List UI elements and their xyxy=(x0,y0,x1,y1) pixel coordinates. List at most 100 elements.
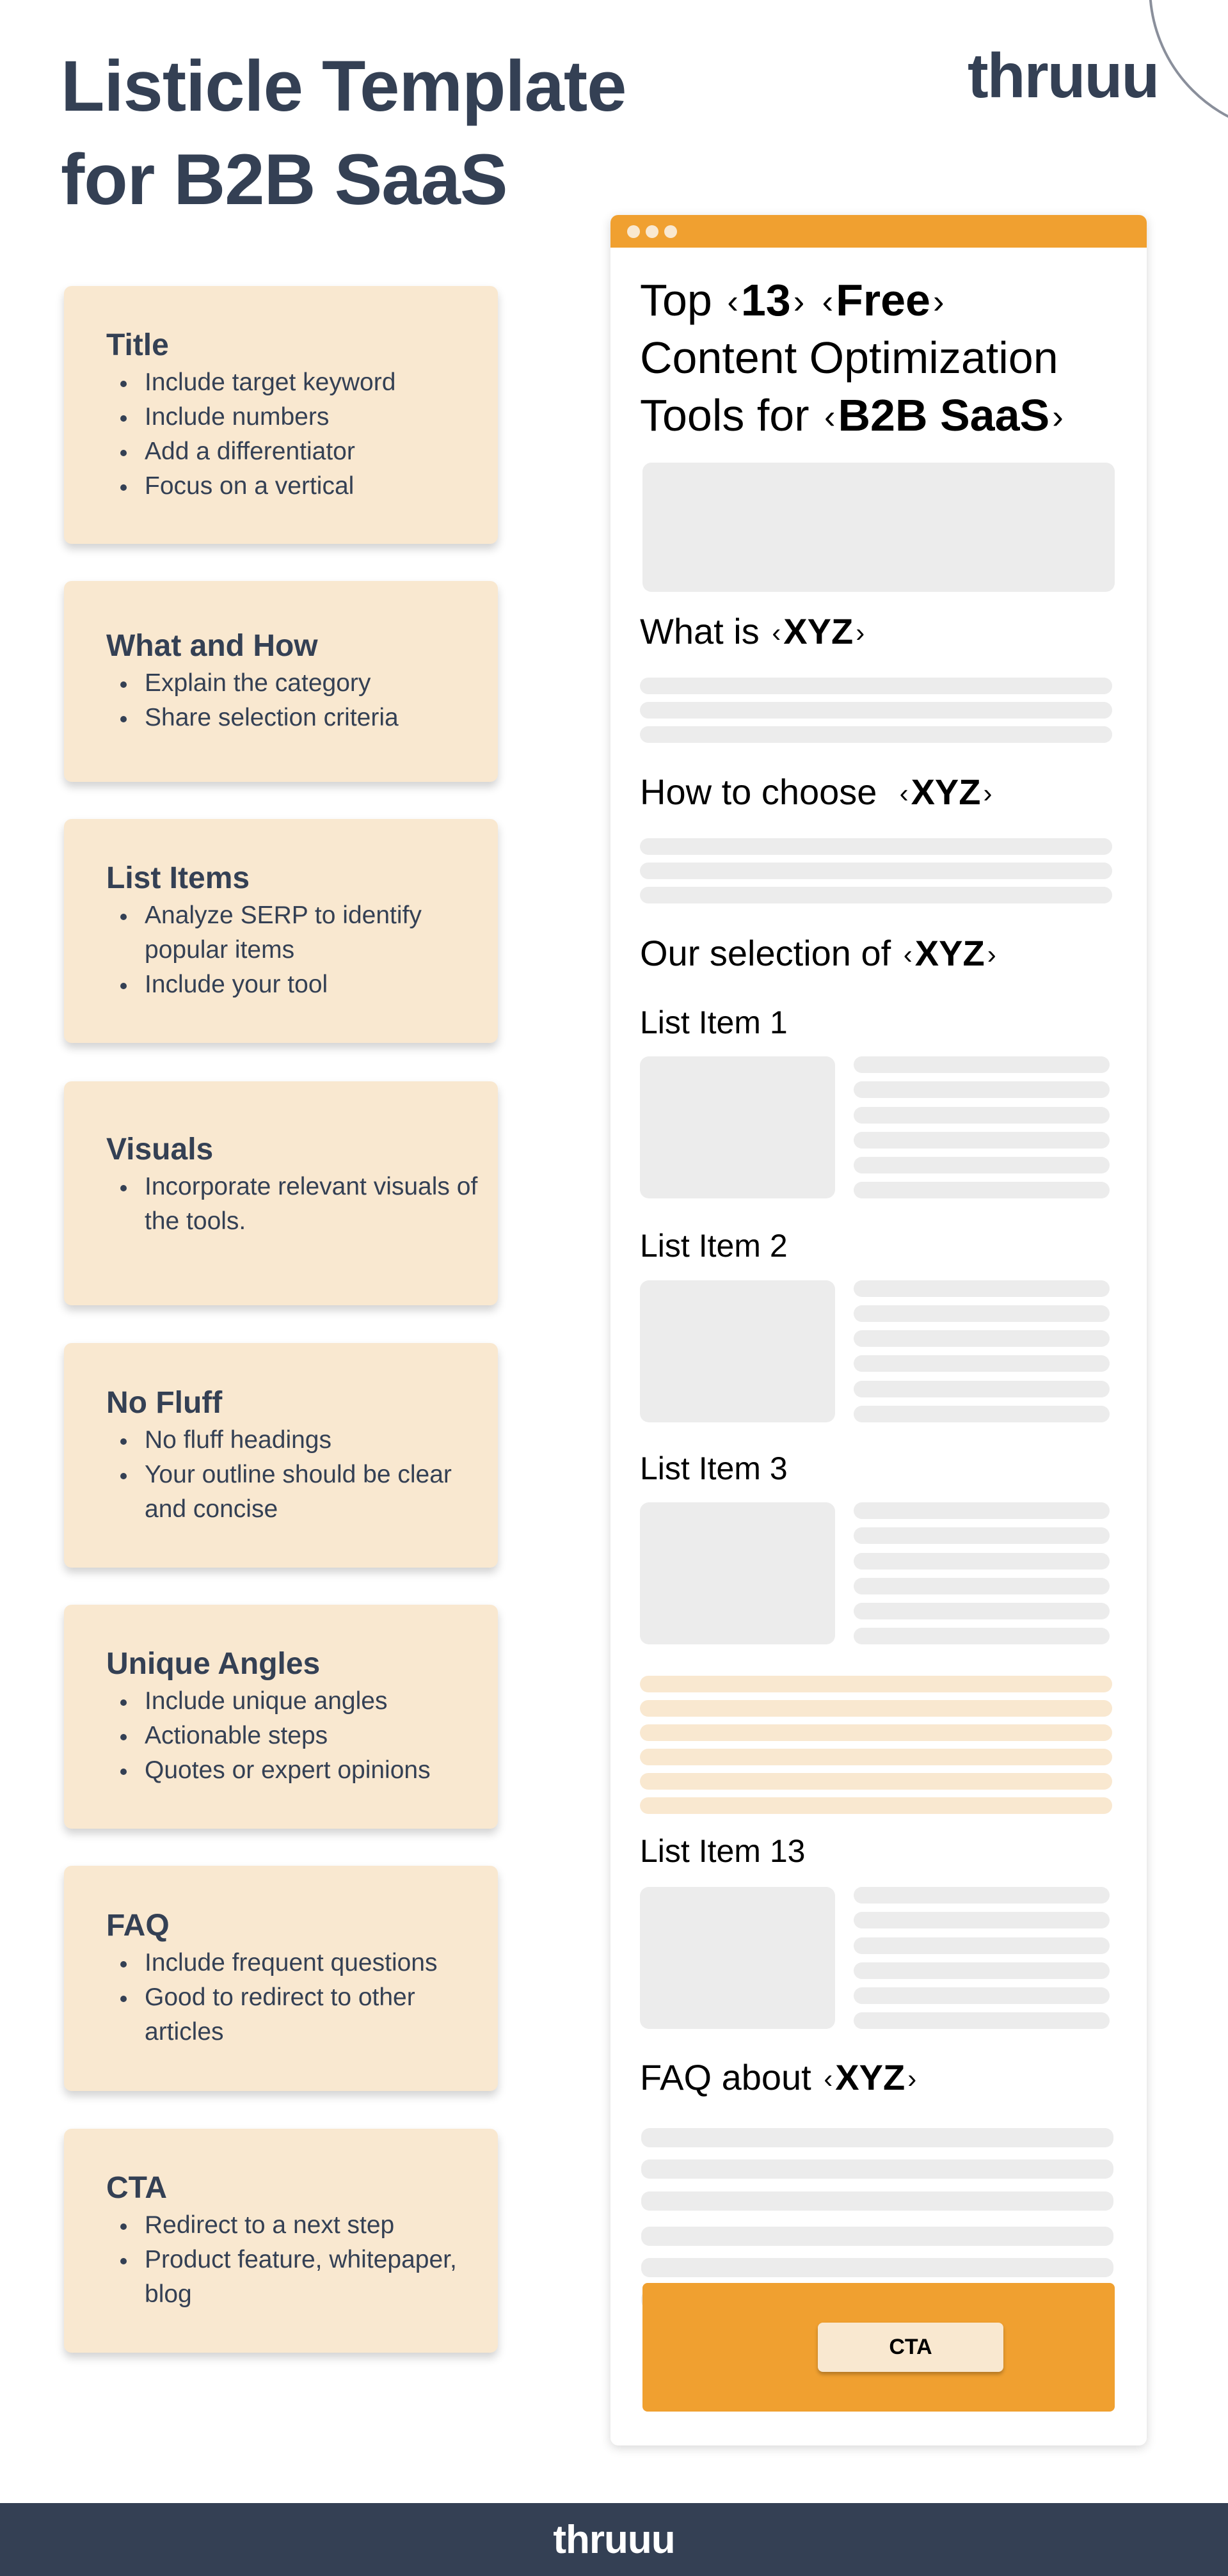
highlight-line-placeholder xyxy=(640,1676,1112,1692)
card-bullet-list: No fluff headings Your outline should be… xyxy=(106,1423,498,1527)
footer: thruuu xyxy=(0,2503,1228,2576)
card-bullet: Focus on a vertical xyxy=(120,469,498,504)
text-line-placeholder xyxy=(854,1962,1110,1979)
text-line-placeholder xyxy=(854,1912,1110,1928)
card-title: CTA xyxy=(106,2171,168,2205)
list-item-heading: List Item 1 xyxy=(640,1005,788,1040)
card-title: Unique Angles xyxy=(106,1647,321,1681)
section-heading-what-is: What is ‹XYZ› xyxy=(640,611,865,651)
card-bullet: Include unique angles xyxy=(120,1684,498,1719)
card-title: No Fluff xyxy=(106,1385,223,1420)
text-line-placeholder xyxy=(854,1081,1110,1098)
card-bullet: Your outline should be clear and concise xyxy=(120,1458,498,1527)
section-heading-our-selection: Our selection of ‹XYZ› xyxy=(640,933,996,973)
text-line-placeholder xyxy=(854,1157,1110,1173)
list-item-heading: List Item 2 xyxy=(640,1228,788,1264)
guide-card-title: Title Include target keyword Include num… xyxy=(64,286,498,544)
text-line-placeholder xyxy=(640,726,1112,743)
guide-card-list-items: List Items Analyze SERP to identify popu… xyxy=(64,819,498,1043)
placeholder-number: 13 xyxy=(740,275,791,325)
card-bullet: Include numbers xyxy=(120,400,498,434)
card-bullet-list: Include target keyword Include numbers A… xyxy=(106,365,498,504)
text-line-placeholder xyxy=(854,1553,1110,1570)
card-title: Visuals xyxy=(106,1133,214,1166)
placeholder-qualifier: Free xyxy=(836,275,930,325)
text-line-placeholder xyxy=(854,1987,1110,2004)
guide-card-faq: FAQ Include frequent questions Good to r… xyxy=(64,1866,498,2091)
text-line-placeholder xyxy=(854,1887,1110,1904)
text-line-placeholder xyxy=(641,2191,1113,2211)
card-bullet: Redirect to a next step xyxy=(120,2208,498,2243)
text-line-placeholder xyxy=(641,2258,1113,2277)
card-title: What and How xyxy=(106,629,318,663)
text-line-placeholder xyxy=(641,2159,1113,2179)
window-dot-icon xyxy=(646,225,658,238)
text-line-placeholder xyxy=(640,702,1112,719)
text-line-placeholder xyxy=(641,2128,1113,2147)
page-title-line-1: Listicle Template xyxy=(61,46,626,126)
list-item-image-placeholder xyxy=(640,1887,835,2029)
window-dot-icon xyxy=(664,225,677,238)
card-title: FAQ xyxy=(106,1909,170,1943)
section-heading-faq: FAQ about ‹XYZ› xyxy=(640,2057,917,2097)
highlight-line-placeholder xyxy=(640,1797,1112,1814)
text-line-placeholder xyxy=(854,1527,1110,1544)
guide-card-cta: CTA Redirect to a next step Product feat… xyxy=(64,2129,498,2353)
text-line-placeholder xyxy=(854,1182,1110,1198)
card-bullet: Include target keyword xyxy=(120,365,498,400)
hero-image-placeholder xyxy=(642,463,1115,592)
text-line-placeholder xyxy=(640,887,1112,903)
text-line-placeholder xyxy=(640,863,1112,879)
card-bullet: Include your tool xyxy=(120,967,498,1002)
text-line-placeholder xyxy=(854,2012,1110,2029)
card-bullet-list: Include unique angles Actionable steps Q… xyxy=(106,1684,498,1788)
highlight-line-placeholder xyxy=(640,1749,1112,1765)
card-bullet: Good to redirect to other articles xyxy=(120,1980,498,2049)
card-bullet: Explain the category xyxy=(120,666,498,701)
card-bullet: Quotes or expert opinions xyxy=(120,1753,498,1788)
placeholder-vertical: B2B SaaS xyxy=(838,390,1050,440)
card-bullet: Include frequent questions xyxy=(120,1946,498,1980)
page-title: Listicle Template for B2B SaaS xyxy=(61,40,637,227)
card-title: List Items xyxy=(106,861,250,895)
card-bullet: Analyze SERP to identify popular items xyxy=(120,898,498,967)
text-line-placeholder xyxy=(854,1406,1110,1422)
list-item-image-placeholder xyxy=(640,1502,835,1644)
card-title: Title xyxy=(106,328,169,362)
card-bullet: Add a differentiator xyxy=(120,434,498,469)
text-line-placeholder xyxy=(854,1280,1110,1297)
article-mockup-window: Top ‹13› ‹Free› Content Optimization Too… xyxy=(610,215,1147,2445)
list-item-image-placeholder xyxy=(640,1280,835,1422)
guide-card-visuals: Visuals Incorporate relevant visuals of … xyxy=(64,1081,498,1305)
card-bullet: Incorporate relevant visuals of the tool… xyxy=(120,1170,498,1239)
card-bullet: Product feature, whitepaper, blog xyxy=(120,2243,498,2312)
text-line-placeholder xyxy=(854,1578,1110,1594)
guide-card-unique-angles: Unique Angles Include unique angles Acti… xyxy=(64,1605,498,1829)
card-bullet: No fluff headings xyxy=(120,1423,498,1458)
card-bullet-list: Include frequent questions Good to redir… xyxy=(106,1946,498,2049)
mockup-title-line-2: Content Optimization xyxy=(640,333,1058,383)
window-dot-icon xyxy=(627,225,640,238)
text-line-placeholder xyxy=(854,1355,1110,1372)
cta-banner: CTA xyxy=(642,2283,1115,2412)
text-line-placeholder xyxy=(854,1330,1110,1347)
section-heading-how-to-choose: How to choose ‹XYZ› xyxy=(640,772,993,812)
window-title-bar xyxy=(610,215,1147,248)
text-line-placeholder xyxy=(854,1107,1110,1124)
footer-brand-logo: thruuu xyxy=(553,2517,675,2562)
list-item-heading: List Item 13 xyxy=(640,1833,806,1869)
highlight-line-placeholder xyxy=(640,1773,1112,1790)
text-line-placeholder xyxy=(854,1502,1110,1519)
card-bullet-list: Explain the category Share selection cri… xyxy=(106,666,498,735)
card-bullet-list: Incorporate relevant visuals of the tool… xyxy=(106,1170,498,1239)
card-bullet-list: Analyze SERP to identify popular items I… xyxy=(106,898,498,1002)
card-bullet-list: Redirect to a next step Product feature,… xyxy=(106,2208,498,2312)
text-line-placeholder xyxy=(854,1628,1110,1644)
text-line-placeholder xyxy=(641,2227,1113,2246)
text-line-placeholder xyxy=(854,1305,1110,1322)
text-line-placeholder xyxy=(854,1381,1110,1397)
highlight-line-placeholder xyxy=(640,1700,1112,1717)
text-line-placeholder xyxy=(854,1937,1110,1954)
cta-button[interactable]: CTA xyxy=(818,2323,1003,2372)
card-bullet: Share selection criteria xyxy=(120,701,498,735)
